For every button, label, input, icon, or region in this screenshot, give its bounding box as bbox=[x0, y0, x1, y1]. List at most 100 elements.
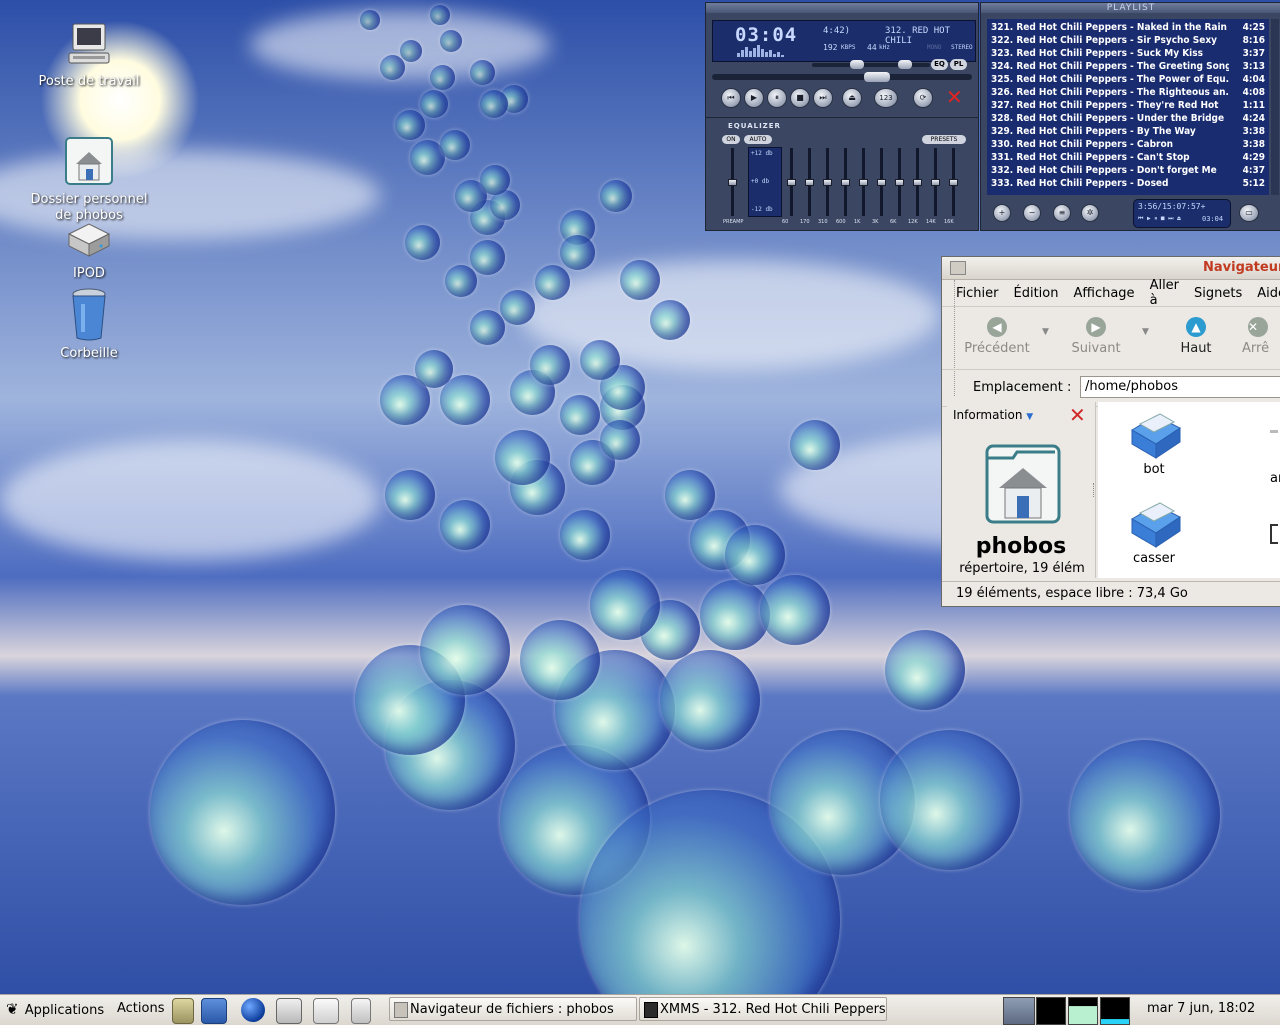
eq-slider[interactable] bbox=[877, 148, 886, 216]
playlist-row[interactable]: 325. Red Hot Chili Peppers - The Power o… bbox=[991, 73, 1265, 86]
menu-affichage[interactable]: Affichage bbox=[1073, 286, 1134, 301]
playlist-scrollbar[interactable] bbox=[1271, 19, 1279, 195]
menu-aide[interactable]: Aide bbox=[1257, 286, 1280, 301]
back-button[interactable]: ◀ Précédent bbox=[962, 317, 1032, 356]
up-button[interactable]: ▲ Haut bbox=[1168, 317, 1224, 356]
eq-auto-button[interactable]: AUTO bbox=[744, 135, 772, 144]
file-view[interactable]: bot casser ar bbox=[1098, 402, 1280, 578]
stop-button[interactable]: ■ bbox=[790, 88, 810, 108]
eq-slider-knob[interactable] bbox=[859, 179, 868, 186]
slider-knob[interactable] bbox=[850, 60, 864, 69]
playlist-row[interactable]: 330. Red Hot Chili Peppers - Cabron 3:38 bbox=[991, 138, 1265, 151]
eq-slider-knob[interactable] bbox=[805, 179, 814, 186]
eq-slider[interactable] bbox=[805, 148, 814, 216]
file-cabinet-icon[interactable] bbox=[172, 998, 194, 1024]
playlist-row[interactable]: 322. Red Hot Chili Peppers - Sir Psycho … bbox=[991, 34, 1265, 47]
forward-button[interactable]: ▶ Suivant bbox=[1066, 317, 1126, 356]
eq-slider[interactable] bbox=[895, 148, 904, 216]
xmms-equalizer-window[interactable]: EQUALIZER ON AUTO PRESETS +12 db +0 db -… bbox=[705, 117, 979, 231]
playlist-row[interactable]: 321. Red Hot Chili Peppers - Naked in th… bbox=[991, 21, 1265, 34]
xmms-seek-bar[interactable] bbox=[712, 72, 972, 82]
playlist-row[interactable]: 332. Red Hot Chili Peppers - Don't forge… bbox=[991, 164, 1265, 177]
mini-controls[interactable]: ⏮ ▶ ⏸ ■ ⏭ ⏏ bbox=[1138, 215, 1181, 223]
eq-slider-knob[interactable] bbox=[823, 179, 832, 186]
playlist-row[interactable]: 329. Red Hot Chili Peppers - By The Way 3… bbox=[991, 125, 1265, 138]
eq-slider[interactable] bbox=[728, 148, 737, 216]
actions-menu[interactable]: Actions bbox=[117, 996, 165, 1022]
clock[interactable]: mar 7 jun, 18:02 bbox=[1147, 996, 1255, 1022]
file-item-partial[interactable] bbox=[1270, 430, 1278, 433]
stop-button[interactable]: ✕ Arrê bbox=[1242, 317, 1280, 356]
playlist-add-button[interactable]: + bbox=[993, 204, 1011, 222]
playlist-row[interactable]: 331. Red Hot Chili Peppers - Can't Stop 4… bbox=[991, 151, 1265, 164]
xmms-pl-button[interactable]: PL bbox=[950, 59, 967, 70]
back-history-dropdown[interactable]: ▼ bbox=[1042, 327, 1049, 337]
eq-slider[interactable] bbox=[913, 148, 922, 216]
eq-slider-knob[interactable] bbox=[728, 179, 737, 186]
previous-button[interactable]: ⏮ bbox=[721, 88, 741, 108]
seek-knob[interactable] bbox=[864, 72, 890, 82]
menu-aller-a[interactable]: Aller à bbox=[1150, 278, 1179, 308]
playlist-row[interactable]: 333. Red Hot Chili Peppers - Dosed 5:12 bbox=[991, 177, 1265, 190]
close-side-pane-icon[interactable]: ✕ bbox=[1069, 404, 1086, 426]
playlist-list[interactable]: 321. Red Hot Chili Peppers - Naked in th… bbox=[987, 19, 1269, 195]
file-item-label[interactable]: ar bbox=[1270, 471, 1280, 486]
repeat-button[interactable]: ⟳ bbox=[913, 88, 933, 108]
eq-slider[interactable] bbox=[859, 148, 868, 216]
web-browser-icon[interactable] bbox=[241, 998, 265, 1022]
menu-fichier[interactable]: Fichier bbox=[956, 286, 999, 301]
file-item[interactable]: casser bbox=[1118, 499, 1190, 566]
xmms-eq-button[interactable]: EQ bbox=[931, 59, 948, 70]
xmms-volume-slider[interactable] bbox=[812, 60, 930, 69]
close-icon[interactable]: ✕ bbox=[946, 87, 963, 107]
eq-slider-knob[interactable] bbox=[841, 179, 850, 186]
mail-icon[interactable] bbox=[276, 998, 302, 1024]
desktop-icon-trash[interactable]: Corbeille bbox=[24, 286, 154, 362]
shuffle-button[interactable]: 123 bbox=[874, 88, 898, 108]
window-menu-icon[interactable] bbox=[950, 261, 966, 275]
pause-button[interactable]: ⏸ bbox=[767, 88, 787, 108]
task-button-file-manager[interactable]: Navigateur de fichiers : phobos bbox=[389, 997, 637, 1021]
playlist-misc-button[interactable]: ✲ bbox=[1081, 204, 1099, 222]
forward-history-dropdown[interactable]: ▼ bbox=[1142, 327, 1149, 337]
eq-slider[interactable] bbox=[787, 148, 796, 216]
text-editor-icon[interactable] bbox=[313, 998, 339, 1024]
file-manager-window[interactable]: Navigateur Fichier Édition Affichage All… bbox=[941, 256, 1280, 607]
eq-slider-knob[interactable] bbox=[877, 179, 886, 186]
eq-slider[interactable] bbox=[823, 148, 832, 216]
applications-menu[interactable]: ❦ Applications bbox=[6, 996, 104, 1022]
eq-slider-knob[interactable] bbox=[787, 179, 796, 186]
menu-edition[interactable]: Édition bbox=[1014, 286, 1059, 301]
file-item-partial[interactable] bbox=[1270, 524, 1278, 544]
desktop-icon-ipod[interactable]: IPOD bbox=[24, 214, 154, 282]
xmms-playlist-window[interactable]: PLAYLIST 321. Red Hot Chili Peppers - Na… bbox=[980, 2, 1280, 231]
xmms-main-window[interactable]: 03:04 4:42) 312. RED HOT CHILI 192 KBPS … bbox=[705, 2, 979, 118]
playlist-row[interactable]: 327. Red Hot Chili Peppers - They're Red… bbox=[991, 99, 1265, 112]
playlist-row[interactable]: 324. Red Hot Chili Peppers - The Greetin… bbox=[991, 60, 1265, 73]
play-button[interactable]: ▶ bbox=[744, 88, 764, 108]
menu-signets[interactable]: Signets bbox=[1194, 286, 1242, 301]
file-item[interactable]: bot bbox=[1118, 410, 1190, 477]
eq-slider[interactable] bbox=[931, 148, 940, 216]
task-button-xmms[interactable]: XMMS - 312. Red Hot Chili Peppers bbox=[639, 997, 887, 1021]
eq-slider[interactable] bbox=[949, 148, 958, 216]
playlist-remove-button[interactable]: − bbox=[1023, 204, 1041, 222]
eq-slider-knob[interactable] bbox=[895, 179, 904, 186]
playlist-list-button[interactable]: ▭ bbox=[1239, 204, 1259, 222]
playlist-titlebar[interactable]: PLAYLIST bbox=[981, 3, 1280, 13]
ipod-icon[interactable] bbox=[351, 998, 371, 1024]
xmms-titlebar[interactable] bbox=[706, 3, 978, 13]
playlist-row[interactable]: 326. Red Hot Chili Peppers - The Righteo… bbox=[991, 86, 1265, 99]
playlist-row[interactable]: 323. Red Hot Chili Peppers - Suck My Kis… bbox=[991, 47, 1265, 60]
eq-slider-knob[interactable] bbox=[931, 179, 940, 186]
workspace-switcher[interactable] bbox=[1003, 997, 1035, 1025]
show-desktop-icon[interactable] bbox=[201, 998, 227, 1024]
eq-slider-knob[interactable] bbox=[949, 179, 958, 186]
playlist-select-button[interactable]: ≡ bbox=[1053, 204, 1071, 222]
next-button[interactable]: ⏭ bbox=[813, 88, 833, 108]
window-titlebar[interactable]: Navigateur bbox=[942, 257, 1280, 280]
eject-button[interactable]: ⏏ bbox=[842, 88, 862, 108]
eq-slider[interactable] bbox=[841, 148, 850, 216]
eq-presets-button[interactable]: PRESETS bbox=[922, 135, 966, 144]
desktop-icon-computer[interactable]: Poste de travail bbox=[24, 22, 154, 90]
